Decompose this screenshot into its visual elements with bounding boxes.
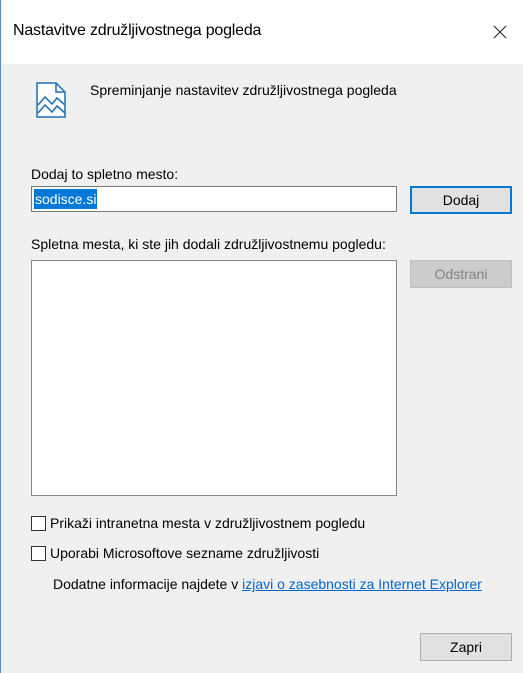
title-bar: Nastavitve združljivostnega pogleda <box>1 0 523 64</box>
window-title: Nastavitve združljivostnega pogleda <box>13 22 262 39</box>
microsoft-lists-option[interactable]: Uporabi Microsoftove sezname združljivos… <box>31 545 319 561</box>
intranet-option-label: Prikaži intranetna mesta v združljivostn… <box>50 515 366 531</box>
close-icon <box>493 25 507 39</box>
header-description: Spreminjanje nastavitev združljivostnega… <box>90 82 397 98</box>
privacy-info: Dodatne informacije najdete v izjavi o z… <box>53 576 482 592</box>
add-button[interactable]: Dodaj <box>410 186 512 214</box>
sites-list[interactable] <box>31 260 397 496</box>
add-site-input[interactable]: sodisce.si <box>31 186 397 212</box>
microsoft-lists-option-label: Uporabi Microsoftove sezname združljivos… <box>50 545 320 561</box>
intranet-option[interactable]: Prikaži intranetna mesta v združljivostn… <box>31 515 365 531</box>
compatibility-view-icon <box>36 82 66 118</box>
sites-list-label: Spletna mesta, ki ste jih dodali združlj… <box>31 236 386 252</box>
remove-button[interactable]: Odstrani <box>410 260 512 288</box>
privacy-info-text: Dodatne informacije najdete v <box>53 576 243 592</box>
close-dialog-button[interactable]: Zapri <box>420 633 512 661</box>
close-button[interactable] <box>477 12 523 52</box>
intranet-checkbox[interactable] <box>31 515 46 531</box>
microsoft-lists-checkbox[interactable] <box>31 545 46 561</box>
add-site-label: Dodaj to spletno mesto: <box>31 166 179 182</box>
add-site-input-value: sodisce.si <box>34 189 98 209</box>
privacy-statement-link[interactable]: izjavi o zasebnosti za Internet Explorer <box>242 576 482 592</box>
